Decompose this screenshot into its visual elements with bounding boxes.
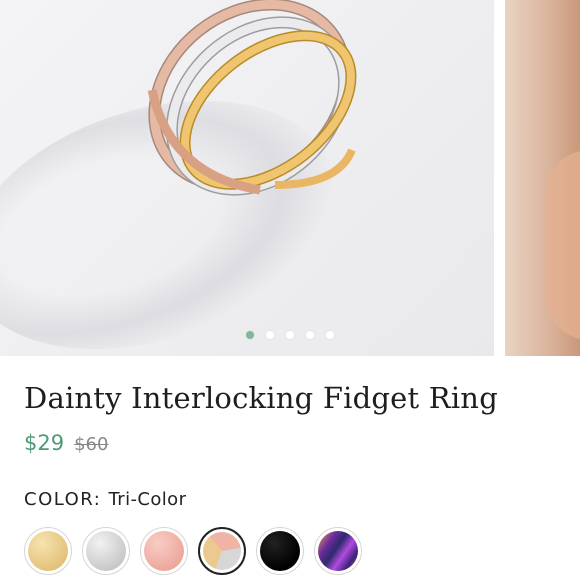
swatch-black-fill <box>260 531 300 571</box>
sale-price: $29 <box>24 431 65 455</box>
swatch-silver-fill <box>86 531 126 571</box>
pagination-dot-2[interactable] <box>266 331 274 339</box>
gallery-pagination-dots <box>246 331 334 339</box>
pagination-dot-4[interactable] <box>306 331 314 339</box>
swatch-gold[interactable] <box>24 527 72 575</box>
swatch-tri-color-fill <box>203 532 241 570</box>
selected-color-value: Tri-Color <box>108 489 187 510</box>
swatch-tri-color[interactable] <box>198 527 246 575</box>
swatch-black[interactable] <box>256 527 304 575</box>
product-title: Dainty Interlocking Fidget Ring <box>24 381 498 415</box>
pagination-dot-5[interactable] <box>326 331 334 339</box>
color-swatch-list <box>24 527 362 575</box>
pagination-dot-1[interactable] <box>246 331 254 339</box>
next-product-image-peek[interactable] <box>505 0 580 356</box>
product-image-slide[interactable] <box>0 0 494 356</box>
compare-at-price: $60 <box>74 434 109 455</box>
swatch-silver[interactable] <box>82 527 130 575</box>
swatch-rose-gold-fill <box>144 531 184 571</box>
pagination-dot-3[interactable] <box>286 331 294 339</box>
price-row: $29 $60 <box>24 431 108 455</box>
swatch-rainbow-fill <box>318 531 358 571</box>
color-selection-label: COLOR: Tri-Color <box>24 489 187 510</box>
swatch-rose-gold[interactable] <box>140 527 188 575</box>
product-image-gallery[interactable] <box>0 0 580 356</box>
color-label: COLOR <box>24 489 94 510</box>
swatch-gold-fill <box>28 531 68 571</box>
model-ear-image <box>545 150 580 340</box>
swatch-rainbow[interactable] <box>314 527 362 575</box>
ring-illustration <box>147 0 357 196</box>
